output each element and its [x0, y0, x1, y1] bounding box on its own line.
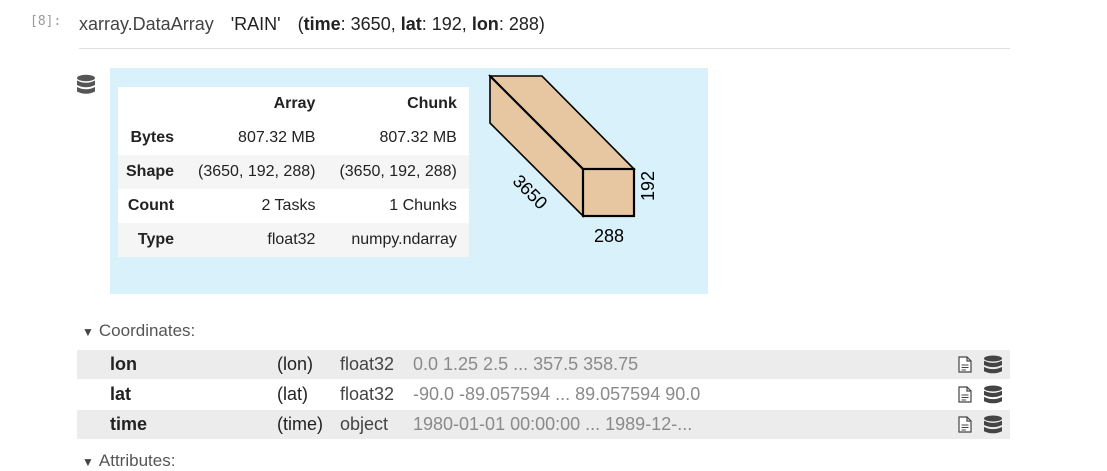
row-label: Bytes: [130, 129, 175, 146]
dim-name: lon: [471, 14, 499, 34]
header-blank: [118, 87, 186, 121]
coord-dims: (time): [277, 414, 323, 434]
table-row: Count 2 Tasks 1 Chunks: [118, 189, 469, 223]
coordinate-row-lon: lon (lon) float32 0.0 1.25 2.5 ... 357.5…: [77, 350, 1010, 379]
dataarray-header: xarray.DataArray 'RAIN' (time: 3650, lat…: [79, 14, 545, 35]
dim-sep: :: [421, 14, 432, 34]
file-text-icon[interactable]: [958, 416, 972, 433]
cube-label-lat: 192: [638, 171, 658, 201]
coord-preview: -90.0 -89.057594 ... 89.057594 90.0: [413, 384, 701, 404]
array-value: float32: [267, 231, 316, 248]
coordinate-row-lat: lat (lat) float32 -90.0 -89.057594 ... 8…: [77, 380, 1010, 409]
chunk-value: (3650, 192, 288): [339, 163, 457, 180]
dask-array-repr: Array Chunk Bytes 807.32 MB 807.32 MB Sh…: [110, 68, 708, 294]
database-icon[interactable]: [983, 355, 1003, 375]
chunk-value: numpy.ndarray: [351, 231, 457, 248]
cell-prompt: [8]:: [30, 14, 62, 29]
coord-preview: 1980-01-01 00:00:00 ... 1989-12-...: [413, 414, 693, 434]
dim-trail: ,: [390, 14, 401, 34]
row-label: Shape: [126, 163, 175, 180]
coordinates-section-toggle[interactable]: ▼ Coordinates:: [82, 321, 195, 341]
cube-label-lon: 288: [594, 226, 624, 246]
header-array: Array: [273, 95, 316, 112]
dim-name: time: [303, 14, 341, 34]
coord-dtype: float32: [340, 384, 395, 404]
header-chunk: Chunk: [407, 95, 457, 112]
row-label: Count: [127, 197, 175, 214]
variable-name: 'RAIN': [230, 14, 281, 34]
database-icon[interactable]: [983, 415, 1003, 435]
chunk-table-header: Array Chunk: [118, 87, 469, 121]
file-text-icon[interactable]: [958, 386, 972, 403]
coord-name: lon: [110, 354, 137, 374]
file-text-icon[interactable]: [958, 356, 972, 373]
coord-dims: (lon): [277, 354, 314, 374]
dim-size: 3650: [350, 14, 391, 34]
coord-dtype: float32: [340, 354, 395, 374]
collapse-triangle-icon: ▼: [82, 455, 94, 469]
dim-sep: :: [498, 14, 509, 34]
table-row: Shape (3650, 192, 288) (3650, 192, 288): [118, 155, 469, 189]
table-row: Type float32 numpy.ndarray: [118, 223, 469, 257]
attributes-section-title: Attributes:: [98, 451, 176, 470]
table-row: Bytes 807.32 MB 807.32 MB: [118, 121, 469, 155]
coord-dims: (lat): [277, 384, 308, 404]
array-value: 2 Tasks: [261, 197, 316, 214]
chunk-value: 1 Chunks: [389, 197, 457, 214]
row-label: Type: [137, 231, 175, 248]
chunk-table: Array Chunk Bytes 807.32 MB 807.32 MB Sh…: [118, 87, 469, 257]
header-divider: [79, 48, 1010, 49]
dim-name: lat: [400, 14, 422, 34]
array-value: (3650, 192, 288): [198, 163, 316, 180]
array-value: 807.32 MB: [238, 129, 316, 146]
dims-summary: (time: 3650, lat: 192, lon: 288): [298, 14, 545, 34]
coord-dtype: object: [340, 414, 389, 434]
collapse-triangle-icon: ▼: [82, 325, 94, 339]
attributes-section-toggle[interactable]: ▼ Attributes:: [82, 451, 175, 471]
database-icon[interactable]: [76, 74, 96, 96]
class-name: xarray.DataArray: [79, 14, 214, 34]
dim-trail: ): [538, 14, 545, 34]
coord-name: time: [110, 414, 148, 434]
chunk-value: 807.32 MB: [379, 129, 457, 146]
chunk-cube-diagram: 3650 288 192: [488, 74, 658, 246]
dim-size: 192: [431, 14, 462, 34]
coord-preview: 0.0 1.25 2.5 ... 357.5 358.75: [413, 354, 639, 374]
coordinates-section-title: Coordinates:: [98, 321, 196, 340]
coord-name: lat: [110, 384, 132, 404]
database-icon[interactable]: [983, 385, 1003, 405]
dim-sep: :: [340, 14, 351, 34]
coordinate-row-time: time (time) object 1980-01-01 00:00:00 .…: [77, 410, 1010, 439]
dim-size: 288: [508, 14, 539, 34]
cube-front-face: [581, 167, 636, 218]
dim-trail: ,: [461, 14, 472, 34]
